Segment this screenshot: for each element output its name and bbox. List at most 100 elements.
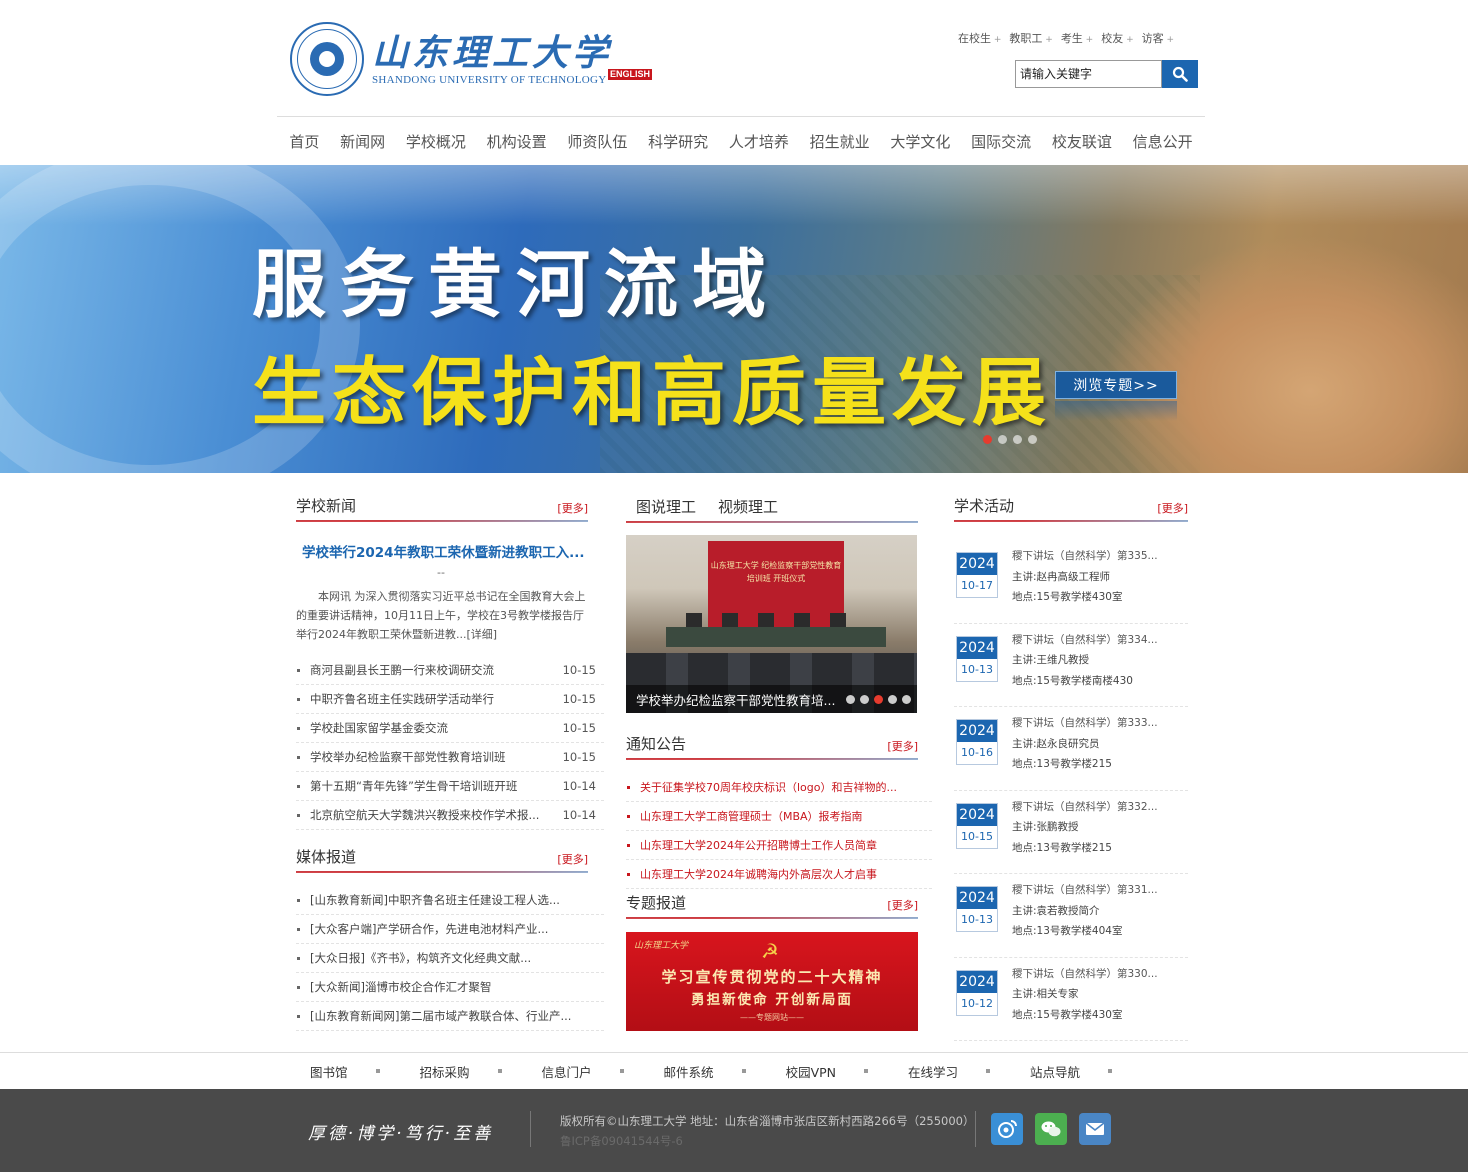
nav-disclosure[interactable]: 信息公开 — [1133, 131, 1193, 152]
event-title[interactable]: 稷下讲坛（自然科学）第333... — [1012, 713, 1158, 734]
event-title[interactable]: 稷下讲坛（自然科学）第330... — [1012, 964, 1158, 985]
photo-carousel[interactable]: 山东理工大学 纪检监察干部党性教育培训班 开班仪式 学校举办纪检监察干部党性教育… — [626, 535, 917, 713]
media-more-link[interactable]: [更多] — [557, 851, 588, 867]
notice-more-link[interactable]: [更多] — [887, 738, 918, 754]
academic-title: 学术活动 — [954, 497, 1015, 515]
event-title[interactable]: 稷下讲坛（自然科学）第334... — [1012, 630, 1158, 651]
photo-dot[interactable] — [846, 695, 855, 704]
banner-dot[interactable] — [983, 435, 992, 444]
footer-link-sitemap[interactable]: 站点导航 — [1030, 1062, 1080, 1081]
footer-link-procurement[interactable]: 招标采购 — [420, 1062, 470, 1081]
event-item[interactable]: 2024 10-13 稷下讲坛（自然科学）第334... 主讲:王维凡教授 地点:15… — [954, 624, 1188, 707]
list-item[interactable]: [山东教育新闻网]第二届市域产教联合体、行业产... — [296, 1002, 604, 1031]
academic-more-link[interactable]: [更多] — [1157, 500, 1188, 516]
list-item[interactable]: 山东理工大学2024年诚聘海内外高层次人才启事 — [626, 860, 932, 889]
headline-news-link[interactable]: 学校举行2024年教职工荣休暨新进教职工入... — [302, 541, 584, 561]
browse-topic-button[interactable]: 浏览专题>> — [1055, 371, 1177, 399]
nav-news[interactable]: 新闻网 — [340, 131, 385, 152]
event-date-badge: 2024 10-13 — [956, 635, 998, 682]
list-item[interactable]: 北京航空航天大学魏洪兴教授来校作学术报... 10-14 — [296, 801, 604, 830]
photo-dot[interactable] — [874, 695, 883, 704]
banner-dot[interactable] — [1013, 435, 1022, 444]
photo-dot[interactable] — [902, 695, 911, 704]
event-item[interactable]: 2024 10-12 稷下讲坛（自然科学）第330... 主讲:相关专家 地点:15号… — [954, 958, 1188, 1041]
search-button[interactable] — [1162, 60, 1198, 88]
event-title[interactable]: 稷下讲坛（自然科学）第332... — [1012, 797, 1158, 818]
audience-link-alumni[interactable]: 校友 — [1101, 30, 1133, 46]
media-tabs: 图说理工 视频理工 — [626, 490, 918, 523]
media-title: 媒体报道 — [296, 848, 357, 866]
logo-chinese-name: 山东理工大学 — [372, 32, 613, 74]
event-item[interactable]: 2024 10-13 稷下讲坛（自然科学）第331... 主讲:袁若教授简介 地点:1… — [954, 874, 1188, 958]
wechat-icon[interactable] — [1035, 1113, 1067, 1145]
special-title: 专题报道 — [626, 894, 687, 912]
list-item[interactable]: 第十五期“青年先锋”学生骨干培训班开班 10-14 — [296, 772, 604, 801]
photo-pagination — [846, 695, 911, 704]
footer-link-mail[interactable]: 邮件系统 — [664, 1062, 714, 1081]
nav-faculty[interactable]: 师资队伍 — [567, 131, 627, 152]
photo-dot[interactable] — [888, 695, 897, 704]
nav-alumni[interactable]: 校友联谊 — [1052, 131, 1112, 152]
list-item[interactable]: 商河县副县长王鹏一行来校调研交流 10-15 — [296, 656, 604, 685]
search-box — [1015, 60, 1198, 88]
university-logo[interactable]: 山东理工大学 SHANDONG UNIVERSITY OF TECHNOLOGY — [290, 22, 612, 96]
email-icon[interactable] — [1079, 1113, 1111, 1145]
site-footer: 厚德·博学·笃行·至善 版权所有©山东理工大学 地址：山东省淄博市张店区新村西路… — [0, 1089, 1468, 1172]
nav-international[interactable]: 国际交流 — [971, 131, 1031, 152]
footer-link-library[interactable]: 图书馆 — [310, 1062, 348, 1081]
nav-research[interactable]: 科学研究 — [648, 131, 708, 152]
banner-pagination — [983, 435, 1037, 444]
event-title[interactable]: 稷下讲坛（自然科学）第331... — [1012, 880, 1158, 901]
weibo-icon[interactable] — [991, 1113, 1023, 1145]
audience-link-staff[interactable]: 教职工 — [1009, 30, 1052, 46]
list-item[interactable]: 关于征集学校70周年校庆标识（logo）和吉祥物的... — [626, 773, 932, 802]
media-list: [山东教育新闻]中职齐鲁名班主任建设工程人选... [大众客户端]产学研合作，先… — [296, 886, 604, 1031]
nav-education[interactable]: 人才培养 — [729, 131, 789, 152]
special-more-link[interactable]: [更多] — [887, 897, 918, 913]
event-item[interactable]: 2024 10-16 稷下讲坛（自然科学）第333... 主讲:赵永良研究员 地点:1… — [954, 707, 1188, 791]
hero-banner[interactable]: 服务黄河流域 生态保护和高质量发展 浏览专题>> — [0, 165, 1468, 473]
tab-video[interactable]: 视频理工 — [718, 496, 778, 517]
english-version-link[interactable]: ENGLISH — [608, 69, 653, 80]
footer-link-portal[interactable]: 信息门户 — [542, 1062, 592, 1081]
academic-events: 2024 10-17 稷下讲坛（自然科学）第335... 主讲:赵冉高级工程师 地点:… — [954, 540, 1188, 1041]
audience-link-visitors[interactable]: 访客 — [1142, 30, 1174, 46]
list-item[interactable]: 山东理工大学2024年公开招聘博士工作人员简章 — [626, 831, 932, 860]
academic-header: 学术活动 [更多] — [954, 493, 1188, 522]
event-date-badge: 2024 10-17 — [956, 552, 998, 598]
list-item[interactable]: 学校赴国家留学基金委交流 10-15 — [296, 714, 604, 743]
photo-dot[interactable] — [860, 695, 869, 704]
event-item[interactable]: 2024 10-17 稷下讲坛（自然科学）第335... 主讲:赵冉高级工程师 地点:… — [954, 540, 1188, 624]
main-nav: 首页 新闻网 学校概况 机构设置 师资队伍 科学研究 人才培养 招生就业 大学文… — [277, 116, 1205, 165]
nav-home[interactable]: 首页 — [289, 131, 319, 152]
school-news-more-link[interactable]: [更多] — [557, 500, 588, 516]
audience-link-students[interactable]: 在校生 — [958, 30, 1001, 46]
list-item[interactable]: [大众新闻]淄博市校企合作汇才聚智 — [296, 973, 604, 1002]
list-item[interactable]: 山东理工大学工商管理硕士（MBA）报考指南 — [626, 802, 932, 831]
banner-dot[interactable] — [1028, 435, 1037, 444]
nav-departments[interactable]: 机构设置 — [487, 131, 547, 152]
event-item[interactable]: 2024 10-15 稷下讲坛（自然科学）第332... 主讲:张鹏教授 地点:13号… — [954, 791, 1188, 874]
tab-photo[interactable]: 图说理工 — [636, 496, 696, 517]
audience-link-applicants[interactable]: 考生 — [1061, 30, 1093, 46]
list-item[interactable]: 学校举办纪检监察干部党性教育培训班 10-15 — [296, 743, 604, 772]
icp-record[interactable]: 鲁ICP备09041544号-6 — [560, 1131, 975, 1151]
list-item[interactable]: [大众日报]《齐书》，构筑齐文化经典文献... — [296, 944, 604, 973]
nav-admissions[interactable]: 招生就业 — [810, 131, 870, 152]
school-news-title: 学校新闻 — [296, 497, 357, 515]
list-item[interactable]: 中职齐鲁名班主任实践研学活动举行 10-15 — [296, 685, 604, 714]
special-line-2: 勇担新使命 开创新局面 — [691, 992, 853, 1008]
nav-about[interactable]: 学校概况 — [406, 131, 466, 152]
footer-link-vpn[interactable]: 校园VPN — [786, 1062, 836, 1081]
nav-culture[interactable]: 大学文化 — [890, 131, 950, 152]
banner-dot[interactable] — [998, 435, 1007, 444]
school-news-list: 商河县副县长王鹏一行来校调研交流 10-15 中职齐鲁名班主任实践研学活动举行 10… — [296, 656, 604, 830]
special-topic-banner[interactable]: 山东理工大学 ☭ 学习宣传贯彻党的二十大精神 勇担新使命 开创新局面 ——专题网… — [626, 932, 918, 1031]
footer-link-online-learning[interactable]: 在线学习 — [908, 1062, 958, 1081]
banner-headline-2: 生态保护和高质量发展 — [252, 350, 1052, 436]
list-item[interactable]: [大众客户端]产学研合作，先进电池材料产业... — [296, 915, 604, 944]
event-title[interactable]: 稷下讲坛（自然科学）第335... — [1012, 546, 1158, 567]
quick-links-bar: 图书馆 招标采购 信息门户 邮件系统 校园VPN 在线学习 站点导航 — [0, 1052, 1468, 1089]
list-item[interactable]: [山东教育新闻]中职齐鲁名班主任建设工程人选... — [296, 886, 604, 915]
search-input[interactable] — [1015, 60, 1162, 88]
